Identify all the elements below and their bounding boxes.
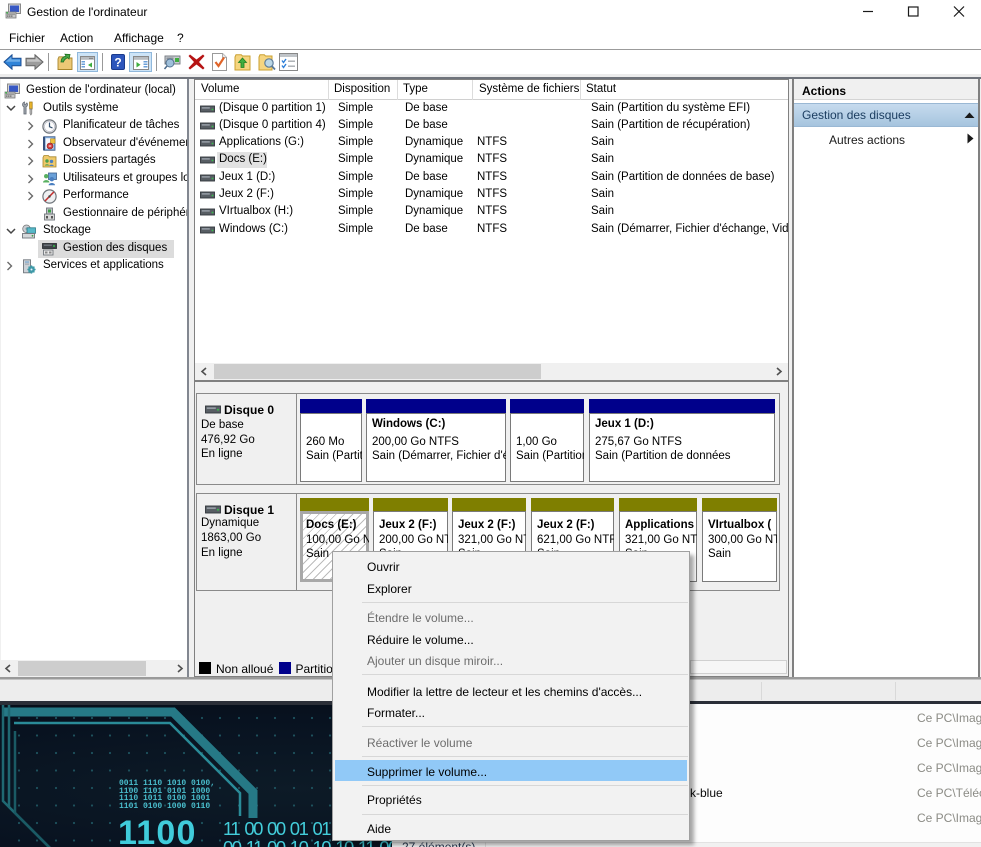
svg-text:?: ?: [114, 56, 121, 70]
